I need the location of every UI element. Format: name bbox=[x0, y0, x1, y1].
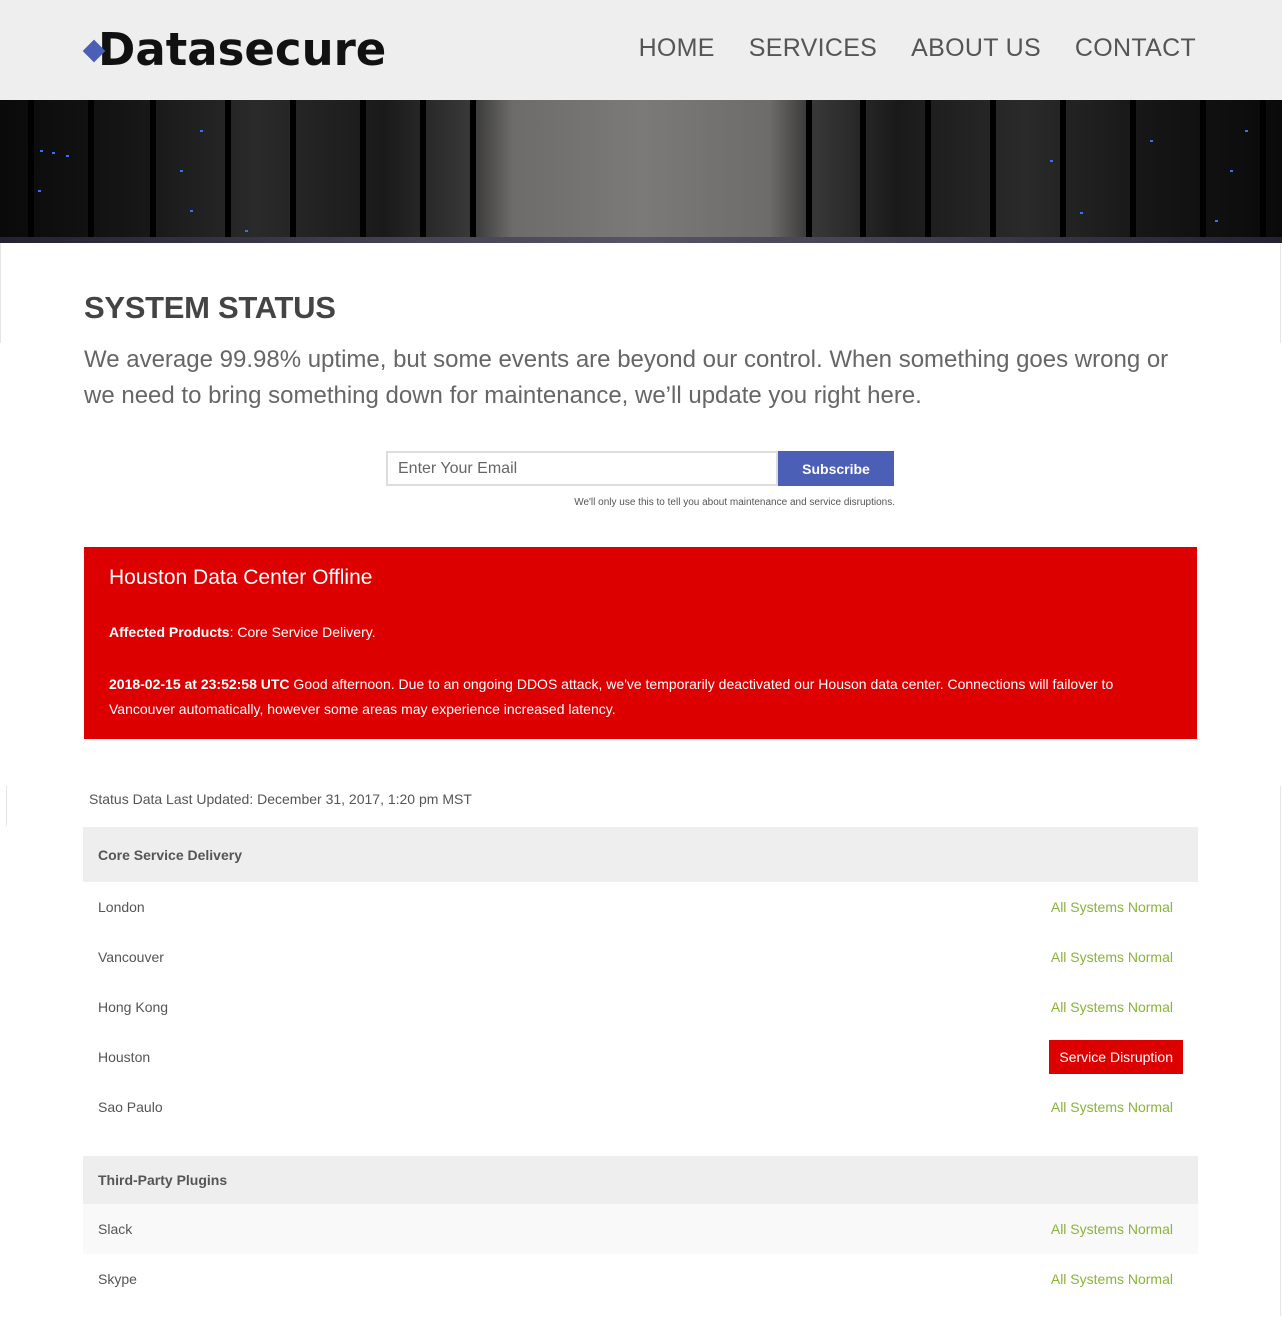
page-title: SYSTEM STATUS bbox=[84, 290, 336, 325]
row-label: Vancouver bbox=[98, 949, 164, 965]
status-badge: All Systems Normal bbox=[1050, 999, 1173, 1015]
nav-contact[interactable]: CONTACT bbox=[1075, 34, 1196, 63]
site-header: Datasecure HOME SERVICES ABOUT US CONTAC… bbox=[0, 0, 1282, 100]
table-row: Slack All Systems Normal bbox=[83, 1204, 1198, 1254]
group-header: Core Service Delivery bbox=[83, 827, 1198, 882]
nav-about-us[interactable]: ABOUT US bbox=[911, 34, 1041, 63]
table-row: Vancouver All Systems Normal bbox=[83, 932, 1198, 982]
divider bbox=[1280, 243, 1281, 343]
status-badge: All Systems Normal bbox=[1050, 1099, 1173, 1115]
table-row: Hong Kong All Systems Normal bbox=[83, 982, 1198, 1032]
table-row: Sao Paulo All Systems Normal bbox=[83, 1082, 1198, 1132]
status-badge-disruption: Service Disruption bbox=[1049, 1040, 1183, 1074]
status-badge: All Systems Normal bbox=[1050, 949, 1173, 965]
intro-text: We average 99.98% uptime, but some event… bbox=[84, 346, 1169, 409]
status-group-plugins: Third-Party Plugins Slack All Systems No… bbox=[83, 1156, 1198, 1304]
subscribe-form: Subscribe bbox=[386, 451, 894, 486]
subscribe-note: We'll only use this to tell you about ma… bbox=[574, 497, 895, 508]
nav-services[interactable]: SERVICES bbox=[749, 34, 877, 63]
logo[interactable]: Datasecure bbox=[82, 23, 387, 76]
alert-title: Houston Data Center Offline bbox=[109, 566, 373, 589]
incident-alert: Houston Data Center Offline Affected Pro… bbox=[84, 547, 1197, 739]
divider bbox=[6, 786, 7, 826]
affected-label: Affected Products bbox=[109, 624, 230, 640]
row-label: London bbox=[98, 899, 145, 915]
row-label: Skype bbox=[98, 1271, 137, 1287]
nav-home[interactable]: HOME bbox=[639, 34, 715, 63]
divider bbox=[1280, 786, 1281, 1316]
row-label: Slack bbox=[98, 1221, 133, 1237]
table-row: London All Systems Normal bbox=[83, 882, 1198, 932]
subscribe-button[interactable]: Subscribe bbox=[778, 451, 894, 486]
last-updated: Status Data Last Updated: December 31, 2… bbox=[89, 791, 472, 807]
alert-affected-products: Affected Products: Core Service Delivery… bbox=[109, 624, 376, 640]
main-nav: HOME SERVICES ABOUT US CONTACT bbox=[639, 34, 1196, 63]
status-badge: All Systems Normal bbox=[1050, 1221, 1173, 1237]
table-row: Skype All Systems Normal bbox=[83, 1254, 1198, 1304]
hero-banner-image bbox=[0, 100, 1282, 243]
table-row: Houston Service Disruption bbox=[83, 1032, 1198, 1082]
alert-timestamp: 2018-02-15 at 23:52:58 UTC bbox=[109, 676, 290, 692]
alert-message: 2018-02-15 at 23:52:58 UTC Good afternoo… bbox=[109, 672, 1159, 722]
affected-value: : Core Service Delivery. bbox=[229, 624, 376, 640]
group-header: Third-Party Plugins bbox=[83, 1156, 1198, 1204]
logo-text: Datasecure bbox=[98, 23, 387, 76]
divider bbox=[0, 243, 1, 343]
row-label: Houston bbox=[98, 1049, 151, 1065]
status-badge: All Systems Normal bbox=[1050, 899, 1173, 915]
email-field[interactable] bbox=[386, 451, 778, 486]
status-badge: All Systems Normal bbox=[1050, 1271, 1173, 1287]
row-label: Sao Paulo bbox=[98, 1099, 163, 1115]
status-group-core: Core Service Delivery London All Systems… bbox=[83, 827, 1198, 1132]
row-label: Hong Kong bbox=[98, 999, 169, 1015]
